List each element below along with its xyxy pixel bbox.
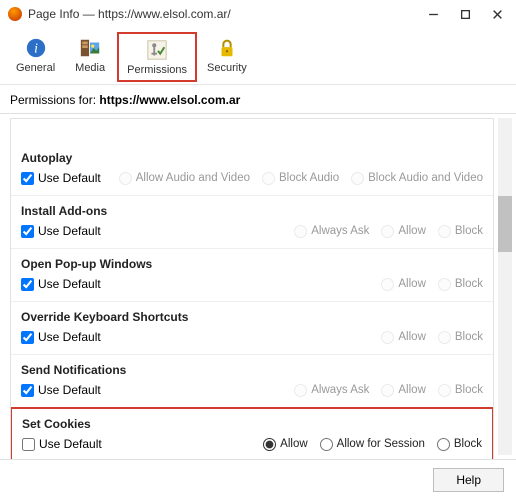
- tab-label: Permissions: [127, 64, 187, 76]
- permissions-icon: [145, 38, 169, 62]
- tab-general[interactable]: i General: [8, 32, 63, 82]
- toolbar: i General Media Permissions Security: [0, 28, 516, 85]
- row-popup: Open Pop-up Windows Use Default Allow Bl…: [11, 249, 493, 302]
- radio-block[interactable]: Block: [437, 438, 482, 451]
- radio-always-ask[interactable]: Always Ask: [294, 225, 369, 238]
- minimize-button[interactable]: [426, 7, 440, 21]
- radio-block-av[interactable]: Block Audio and Video: [351, 172, 483, 185]
- media-icon: [78, 36, 102, 60]
- scrollbar-thumb[interactable]: [498, 196, 512, 252]
- use-default-checkbox[interactable]: Use Default: [21, 383, 101, 397]
- titlebar: Page Info — https://www.elsol.com.ar/: [0, 0, 516, 28]
- lock-icon: [215, 36, 239, 60]
- radio-block[interactable]: Block: [438, 331, 483, 344]
- tab-label: Media: [75, 62, 105, 74]
- svg-text:i: i: [34, 41, 38, 56]
- permissions-header: Permissions for: https://www.elsol.com.a…: [0, 85, 516, 113]
- radio-always-ask[interactable]: Always Ask: [294, 384, 369, 397]
- info-icon: i: [24, 36, 48, 60]
- tab-permissions[interactable]: Permissions: [117, 32, 197, 82]
- row-title: Install Add-ons: [21, 204, 483, 218]
- radio-allow-session[interactable]: Allow for Session: [320, 438, 425, 451]
- close-button[interactable]: [490, 7, 504, 21]
- radio-block-audio[interactable]: Block Audio: [262, 172, 339, 185]
- radio-allow-av[interactable]: Allow Audio and Video: [119, 172, 250, 185]
- window-title: Page Info — https://www.elsol.com.ar/: [28, 7, 426, 21]
- row-autoplay: Autoplay Use Default Allow Audio and Vid…: [11, 143, 493, 196]
- checkbox-label: Use Default: [38, 383, 101, 397]
- row-title: Open Pop-up Windows: [21, 257, 483, 271]
- checkbox-label: Use Default: [38, 330, 101, 344]
- radio-block[interactable]: Block: [438, 278, 483, 291]
- row-set-cookies: Set Cookies Use Default Allow Allow for …: [10, 407, 494, 459]
- use-default-checkbox[interactable]: Use Default: [21, 171, 101, 185]
- tab-label: General: [16, 62, 55, 74]
- checkbox-label: Use Default: [38, 224, 101, 238]
- content-area: Autoplay Use Default Allow Audio and Vid…: [0, 113, 516, 459]
- radio-block[interactable]: Block: [438, 384, 483, 397]
- row-title: Send Notifications: [21, 363, 483, 377]
- tab-label: Security: [207, 62, 247, 74]
- firefox-icon: [8, 7, 22, 21]
- radio-allow[interactable]: Allow: [381, 331, 425, 344]
- radio-allow[interactable]: Allow: [263, 438, 307, 451]
- radio-block[interactable]: Block: [438, 225, 483, 238]
- use-default-checkbox[interactable]: Use Default: [21, 330, 101, 344]
- checkbox-label: Use Default: [38, 277, 101, 291]
- tab-security[interactable]: Security: [199, 32, 255, 82]
- row-title: Override Keyboard Shortcuts: [21, 310, 483, 324]
- permissions-url: https://www.elsol.com.ar: [99, 93, 240, 107]
- help-button[interactable]: Help: [433, 468, 504, 492]
- radio-allow[interactable]: Allow: [381, 225, 425, 238]
- checkbox-label: Use Default: [38, 171, 101, 185]
- radio-allow[interactable]: Allow: [381, 384, 425, 397]
- footer: Help: [0, 459, 516, 500]
- row-title: Set Cookies: [22, 417, 482, 431]
- scrollbar-track[interactable]: [498, 118, 512, 455]
- partial-row-top: [11, 119, 493, 143]
- row-override-kb: Override Keyboard Shortcuts Use Default …: [11, 302, 493, 355]
- checkbox-label: Use Default: [39, 437, 102, 451]
- use-default-checkbox[interactable]: Use Default: [21, 224, 101, 238]
- permissions-label: Permissions for:: [10, 93, 96, 107]
- use-default-checkbox[interactable]: Use Default: [22, 437, 102, 451]
- maximize-button[interactable]: [458, 7, 472, 21]
- tab-media[interactable]: Media: [65, 32, 115, 82]
- use-default-checkbox[interactable]: Use Default: [21, 277, 101, 291]
- radio-allow[interactable]: Allow: [381, 278, 425, 291]
- row-send-notif: Send Notifications Use Default Always As…: [11, 355, 493, 408]
- permissions-list: Autoplay Use Default Allow Audio and Vid…: [10, 118, 494, 459]
- row-install-addons: Install Add-ons Use Default Always Ask A…: [11, 196, 493, 249]
- row-title: Autoplay: [21, 151, 483, 165]
